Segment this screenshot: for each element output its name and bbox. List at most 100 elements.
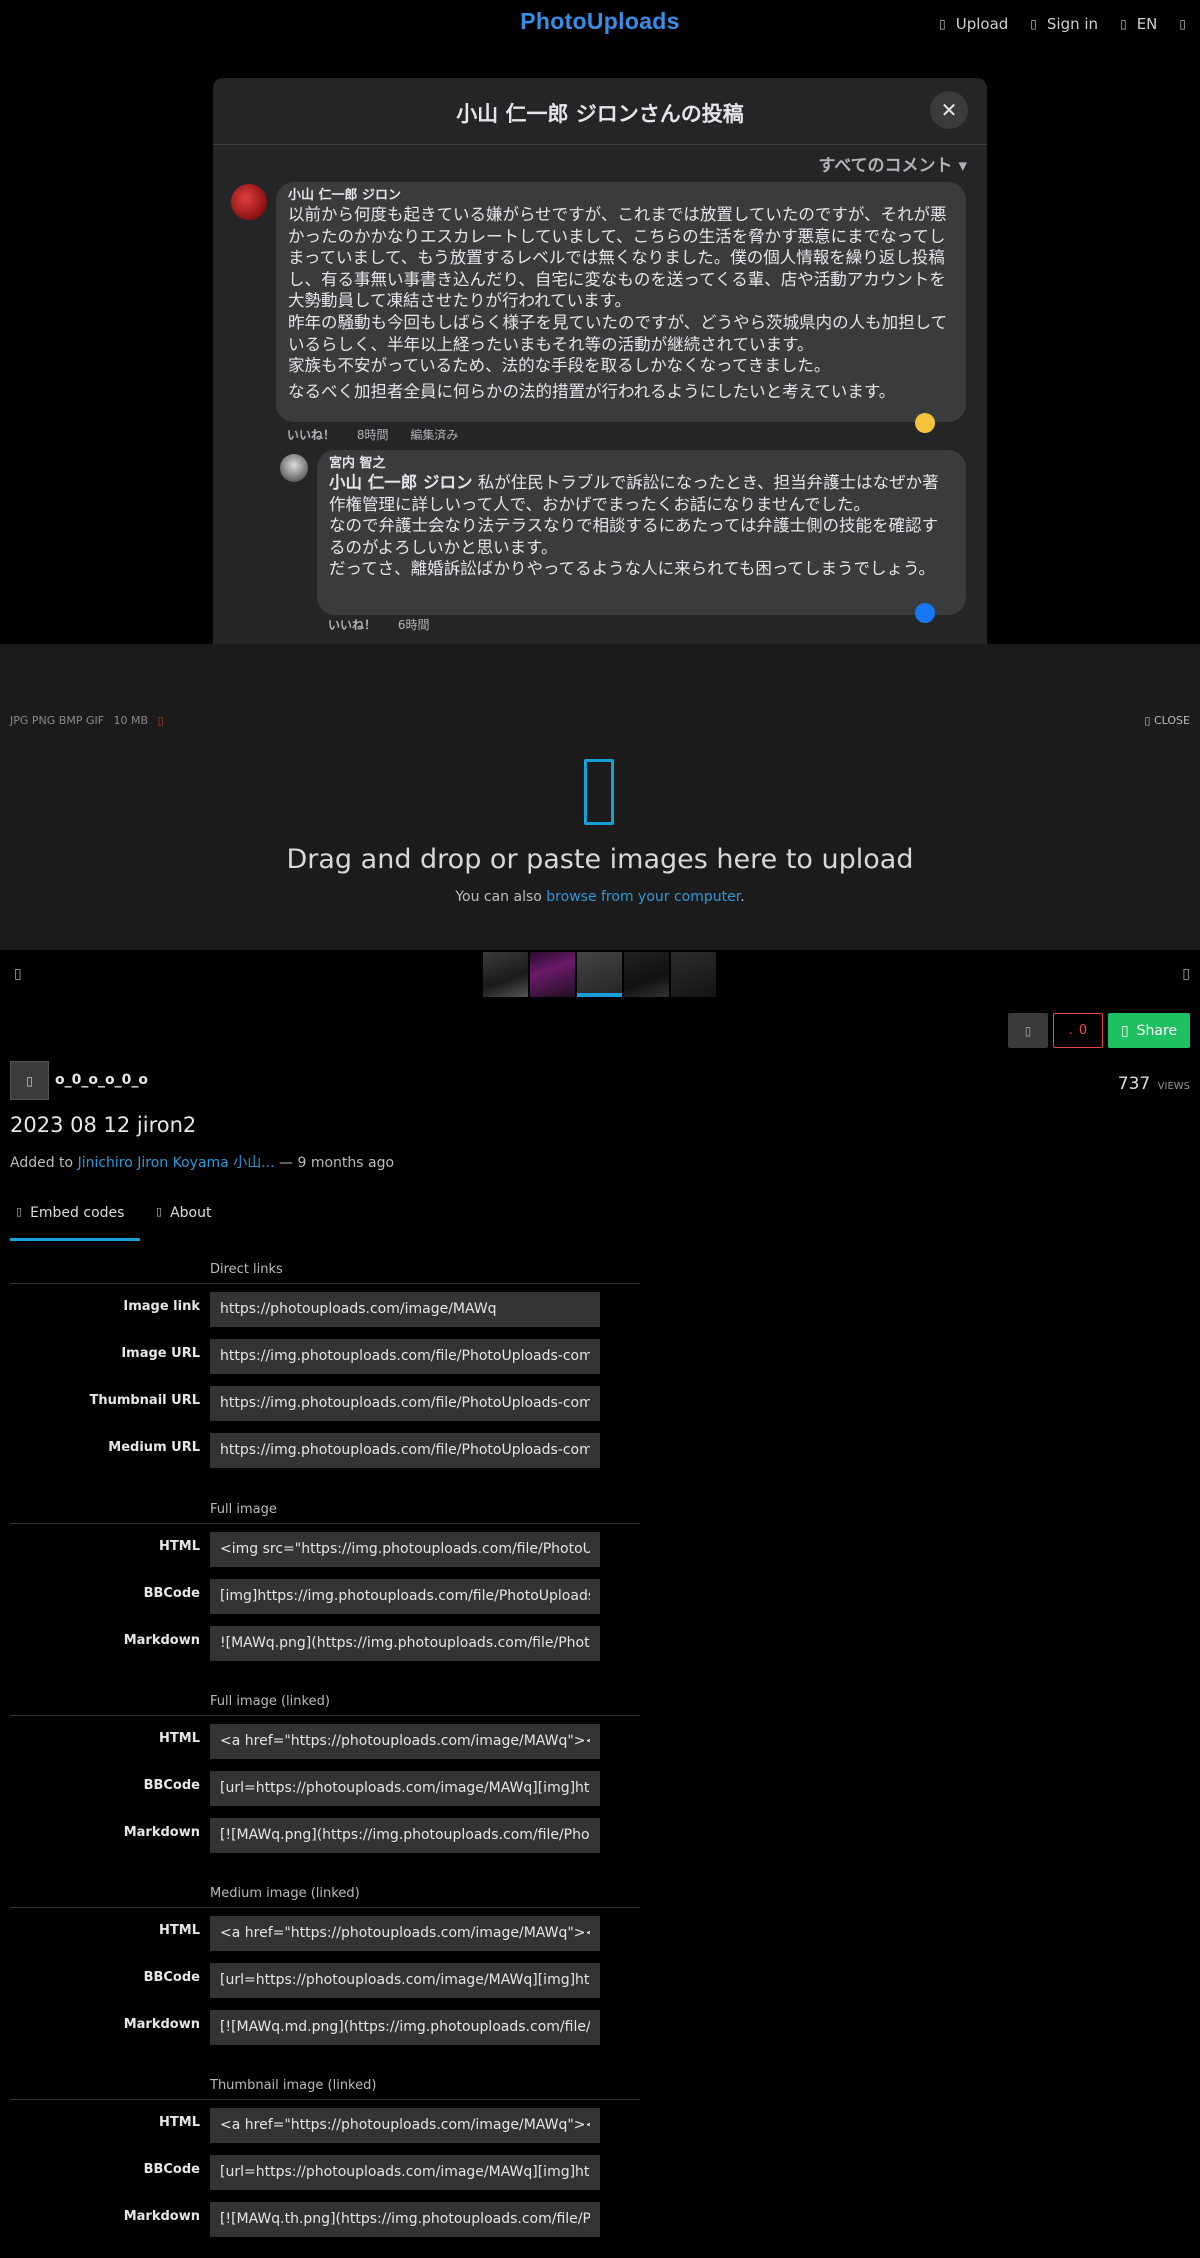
info-icon: ▯	[157, 714, 164, 727]
tab-embed-label: Embed codes	[30, 1205, 125, 1221]
reply-bubble: 宮内 智之 小山 仁一郎 ジロン 私が住民トラブルで訴訟になったとき、担当弁護士…	[317, 450, 966, 615]
comment-avatar	[231, 184, 267, 220]
reply-time: 6時間	[397, 618, 430, 632]
code-icon: ▯	[16, 1205, 23, 1218]
field-label: HTML	[159, 2115, 200, 2130]
language-label: EN	[1136, 15, 1158, 33]
cloud-upload-icon	[584, 759, 614, 825]
field-label: Markdown	[123, 1825, 200, 1840]
like-button[interactable]: . 0	[1053, 1013, 1103, 1048]
previous-arrow-icon[interactable]: ▯	[14, 966, 22, 982]
full-linked-markdown-field[interactable]	[210, 1818, 600, 1853]
section-heading: Full image (linked)	[210, 1694, 330, 1709]
info-icon: ▯	[156, 1205, 163, 1218]
reply-text: 小山 仁一郎 ジロン 私が住民トラブルで訴訟になったとき、担当弁護士はなぜか著作…	[329, 472, 954, 515]
allowed-formats: JPG PNG BMP GIF	[10, 714, 105, 727]
medium-linked-markdown-field[interactable]	[210, 2010, 600, 2045]
album-thumbnail-active[interactable]	[577, 952, 622, 997]
image-actions: ▯ . 0 ▯ Share	[1008, 1013, 1190, 1048]
section-full-image: Full image	[10, 1502, 640, 1524]
field-label: Thumbnail URL	[89, 1393, 200, 1408]
menu-icon: ▯	[1179, 17, 1186, 31]
album-link[interactable]: Jinichiro Jiron Koyama 小山...	[78, 1155, 275, 1171]
upload-title: Drag and drop or paste images here to up…	[286, 844, 914, 875]
tab-about[interactable]: ▯ About	[140, 1201, 211, 1241]
thumbnail-url-field[interactable]	[210, 1386, 600, 1421]
field-label: Image URL	[121, 1346, 200, 1361]
comment-text: なるべく加担者全員に何らかの法的措置が行われるようにしたいと考えています。	[288, 381, 896, 401]
like-link: いいね！	[287, 428, 336, 442]
thumb-linked-bbcode-field[interactable]	[210, 2155, 600, 2190]
view-number: 737	[1117, 1074, 1151, 1094]
upload-panel[interactable]: JPG PNG BMP GIF 10 MB ▯ ▯ CLOSE Drag and…	[0, 644, 1200, 950]
avatar[interactable]: ▯	[10, 1061, 49, 1100]
reaction-icon	[915, 413, 935, 433]
reply-mention: 小山 仁一郎 ジロン	[329, 473, 473, 492]
thumbnail-strip: ▯ ▯	[0, 950, 1200, 1000]
upload-close-label: CLOSE	[1153, 714, 1190, 727]
close-icon: ✕	[930, 91, 968, 129]
field-label: BBCode	[143, 1586, 200, 1601]
language-icon: ▯	[1120, 17, 1127, 31]
thumb-linked-markdown-field[interactable]	[210, 2202, 600, 2237]
post-title: 小山 仁一郎 ジロンさんの投稿	[456, 102, 744, 126]
next-arrow-icon[interactable]: ▯	[1182, 966, 1190, 982]
field-label: HTML	[159, 1731, 200, 1746]
added-to-album: Added to Jinichiro Jiron Koyama 小山... — …	[10, 1152, 394, 1172]
cloud-upload-icon: ▯	[939, 17, 946, 31]
added-prefix: Added to	[10, 1155, 78, 1171]
field-label: Image link	[123, 1299, 200, 1314]
upload-close-button[interactable]: ▯ CLOSE	[1144, 714, 1190, 727]
album-thumbnail[interactable]	[671, 952, 716, 997]
download-button[interactable]: ▯	[1008, 1013, 1048, 1048]
section-heading: Thumbnail image (linked)	[210, 2078, 377, 2093]
full-bbcode-field[interactable]	[210, 1579, 600, 1614]
share-label: Share	[1136, 1022, 1178, 1039]
medium-url-field[interactable]	[210, 1433, 600, 1468]
share-icon: ▯	[1120, 1022, 1129, 1039]
comment-text: 昨年の騒動も今回もしばらく様子を見ていたのですが、どうやら茨城県内の人も加担して…	[288, 312, 948, 354]
all-comments-filter: すべてのコメント ▾	[818, 156, 967, 176]
reply-text: なので弁護士会なり法テラスなりで相談するにあたっては弁護士側の技能を確認するのが…	[329, 516, 939, 557]
reply-text: だってさ、離婚訴訟ばかりやってるような人に来られても困ってしまうでしょう。	[329, 559, 936, 579]
like-reaction-icon	[915, 603, 935, 623]
full-html-field[interactable]	[210, 1532, 600, 1567]
upload-link[interactable]: ▯ Upload	[939, 15, 1008, 33]
medium-linked-html-field[interactable]	[210, 1916, 600, 1951]
tab-embed-codes[interactable]: ▯ Embed codes	[10, 1201, 140, 1241]
full-linked-bbcode-field[interactable]	[210, 1771, 600, 1806]
page-title: 2023 08 12 jiron2	[10, 1113, 197, 1137]
user-icon: ▯	[1030, 17, 1037, 31]
full-linked-html-field[interactable]	[210, 1724, 600, 1759]
thumb-linked-html-field[interactable]	[210, 2108, 600, 2143]
comment-text: 以前から何度も起きている嫌がらせですが、これまでは放置していたのですが、それが悪…	[288, 205, 947, 311]
album-thumbnail[interactable]	[624, 952, 669, 997]
medium-linked-bbcode-field[interactable]	[210, 1963, 600, 1998]
close-icon: ▯	[1144, 714, 1151, 727]
album-thumbnail[interactable]	[530, 952, 575, 997]
field-label: HTML	[159, 1923, 200, 1938]
comment-meta: いいね！ 8時間 編集済み	[287, 426, 458, 443]
upload-subtitle: You can also browse from your computer.	[0, 889, 1200, 905]
section-full-image-linked: Full image (linked)	[10, 1694, 640, 1716]
like-count: 0	[1078, 1023, 1088, 1038]
heart-icon: .	[1068, 1023, 1073, 1038]
reply-meta: いいね！ 6時間	[328, 616, 429, 633]
image-link-field[interactable]	[210, 1292, 600, 1327]
section-heading: Direct links	[210, 1262, 283, 1277]
username[interactable]: o_0_o_o_0_o	[55, 1072, 148, 1088]
language-selector[interactable]: ▯ EN	[1120, 15, 1157, 33]
share-button[interactable]: ▯ Share	[1108, 1013, 1190, 1048]
album-thumbnail[interactable]	[483, 952, 528, 997]
full-markdown-field[interactable]	[210, 1626, 600, 1661]
viewed-image: 小山 仁一郎 ジロンさんの投稿 ✕ すべてのコメント ▾ 小山 仁一郎 ジロン …	[213, 78, 987, 644]
menu-button[interactable]: ▯	[1179, 17, 1186, 31]
field-label: Medium URL	[108, 1440, 200, 1455]
sign-in-link[interactable]: ▯ Sign in	[1030, 15, 1098, 33]
tab-bar: ▯ Embed codes ▯ About	[10, 1201, 211, 1241]
comment-author: 小山 仁一郎 ジロン	[288, 188, 402, 203]
added-suffix: — 9 months ago	[274, 1155, 395, 1171]
browse-computer-link[interactable]: browse from your computer	[546, 889, 740, 905]
sign-in-label: Sign in	[1046, 15, 1099, 33]
image-url-field[interactable]	[210, 1339, 600, 1374]
